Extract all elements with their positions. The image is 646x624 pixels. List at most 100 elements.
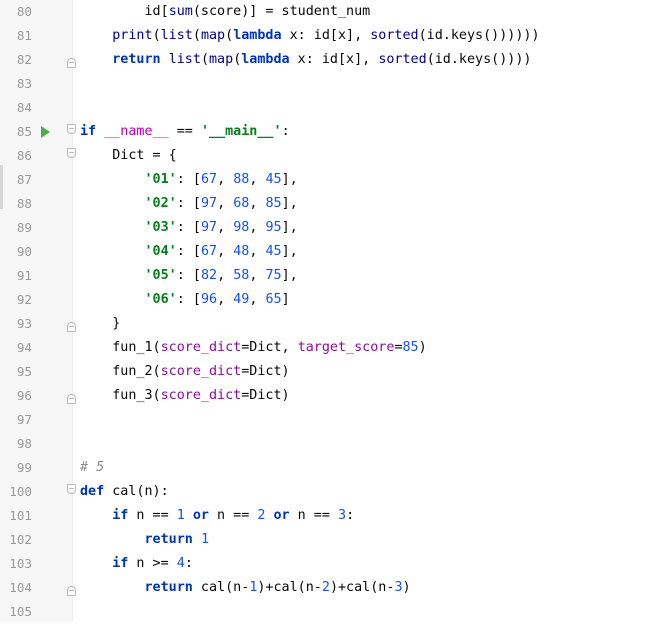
line-number: 89: [16, 220, 32, 235]
fold-icon[interactable]: [67, 586, 76, 596]
code-line[interactable]: 94 fun_1(score_dict=Dict, target_score=8…: [0, 336, 646, 360]
number-token: 3: [394, 580, 403, 595]
code-line[interactable]: 105: [0, 600, 646, 624]
code-line[interactable]: 86 Dict = {: [0, 144, 646, 168]
code-line[interactable]: 89 '03': [97, 98, 95],: [0, 216, 646, 240]
code-line[interactable]: 97: [0, 408, 646, 432]
line-number: 90: [16, 244, 32, 259]
code-text: n >=: [128, 556, 177, 571]
code-line[interactable]: 102 return 1: [0, 528, 646, 552]
code-text: : [: [176, 172, 201, 187]
code-line[interactable]: 81 print(list(map(lambda x: id[x], sorte…: [0, 24, 646, 48]
code-line[interactable]: 92 '06': [96, 49, 65]: [0, 288, 646, 312]
code-line[interactable]: 104 return cal(n-1)+cal(n-2)+cal(n-3): [0, 576, 646, 600]
comment-token: # 5: [80, 460, 105, 475]
line-number: 94: [16, 340, 32, 355]
string-token: '03': [144, 220, 177, 235]
code-text: ,: [249, 220, 266, 235]
code-line[interactable]: 88 '02': [97, 68, 85],: [0, 192, 646, 216]
code-line[interactable]: 95 fun_2(score_dict=Dict): [0, 360, 646, 384]
code-text: return list(map(lambda x: id[x], sorted(…: [80, 48, 531, 72]
fold-icon[interactable]: [67, 484, 76, 494]
code-text: ,: [249, 196, 266, 211]
number-token: 75: [265, 268, 282, 283]
line-number: 101: [9, 508, 32, 523]
code-line[interactable]: 93 }: [0, 312, 646, 336]
line-number: 102: [9, 532, 32, 547]
builtin-token: list: [160, 28, 193, 43]
code-text: fun_2(: [80, 364, 161, 379]
string-token: '02': [144, 196, 177, 211]
fold-icon[interactable]: [67, 124, 76, 134]
code-line[interactable]: 84: [0, 96, 646, 120]
code-line[interactable]: 99 # 5: [0, 456, 646, 480]
code-line[interactable]: 83: [0, 72, 646, 96]
code-line[interactable]: 80 id[sum(score)] = student_num: [0, 0, 646, 24]
code-text: =Dict,: [241, 340, 298, 355]
code-line[interactable]: 101 if n == 1 or n == 2 or n == 3:: [0, 504, 646, 528]
keyword-token: lambda: [233, 28, 282, 43]
code-text: (: [200, 52, 209, 67]
code-text: __name__ ==: [104, 124, 201, 139]
number-token: 49: [233, 292, 250, 307]
code-line[interactable]: 98: [0, 432, 646, 456]
code-line[interactable]: 103 if n >= 4:: [0, 552, 646, 576]
code-line[interactable]: 100 def cal(n):: [0, 480, 646, 504]
string-token: '05': [144, 268, 177, 283]
line-number: 88: [16, 196, 32, 211]
number-token: 58: [233, 268, 250, 283]
code-text: '06': [96, 49, 65]: [80, 288, 290, 312]
number-token: 96: [200, 292, 218, 307]
code-text: ],: [281, 172, 298, 187]
fold-icon[interactable]: [67, 394, 76, 404]
line-number: 92: [16, 292, 32, 307]
code-line[interactable]: 85 if __name__ == '__main__':: [0, 120, 646, 144]
number-token: 98: [233, 220, 250, 235]
code-text: : [: [176, 220, 201, 235]
code-line[interactable]: 91 '05': [82, 58, 75],: [0, 264, 646, 288]
code-text: fun_3(: [80, 388, 161, 403]
code-text: )+cal(n-: [329, 580, 395, 595]
code-text: ,: [217, 244, 234, 259]
number-token: 97: [200, 196, 218, 211]
code-text: ],: [281, 244, 298, 259]
code-line[interactable]: 87 '01': [67, 88, 45],: [0, 168, 646, 192]
number-token: 4: [176, 556, 185, 571]
code-text: '05': [82, 58, 75],: [80, 264, 298, 288]
number-token: 45: [265, 172, 282, 187]
code-editor[interactable]: 80 id[sum(score)] = student_num 81 print(…: [0, 0, 646, 622]
code-text: print(list(map(lambda x: id[x], sorted(i…: [80, 24, 539, 48]
code-text: id[sum(score)] = student_num: [80, 0, 370, 24]
code-text: =: [394, 340, 403, 355]
code-text: if __name__ == '__main__':: [80, 120, 290, 144]
number-token: 67: [200, 172, 218, 187]
code-line[interactable]: 82 return list(map(lambda x: id[x], sort…: [0, 48, 646, 72]
run-icon[interactable]: [41, 126, 50, 138]
line-number: 87: [16, 172, 32, 187]
code-text: :: [281, 124, 290, 139]
fold-icon[interactable]: [67, 322, 76, 332]
number-token: 2: [321, 580, 330, 595]
code-text: fun_3(score_dict=Dict): [80, 384, 289, 408]
code-line[interactable]: 90 '04': [67, 48, 45],: [0, 240, 646, 264]
code-line[interactable]: 96 fun_3(score_dict=Dict): [0, 384, 646, 408]
line-number: 96: [16, 388, 32, 403]
fold-icon[interactable]: [67, 58, 76, 68]
string-token: '__main__': [200, 124, 282, 139]
line-number: 91: [16, 268, 32, 283]
line-number: 95: [16, 364, 32, 379]
code-text: ,: [249, 244, 266, 259]
number-token: 67: [200, 244, 218, 259]
code-text: : [: [176, 268, 201, 283]
number-token: 45: [265, 244, 282, 259]
fold-icon[interactable]: [67, 148, 76, 158]
